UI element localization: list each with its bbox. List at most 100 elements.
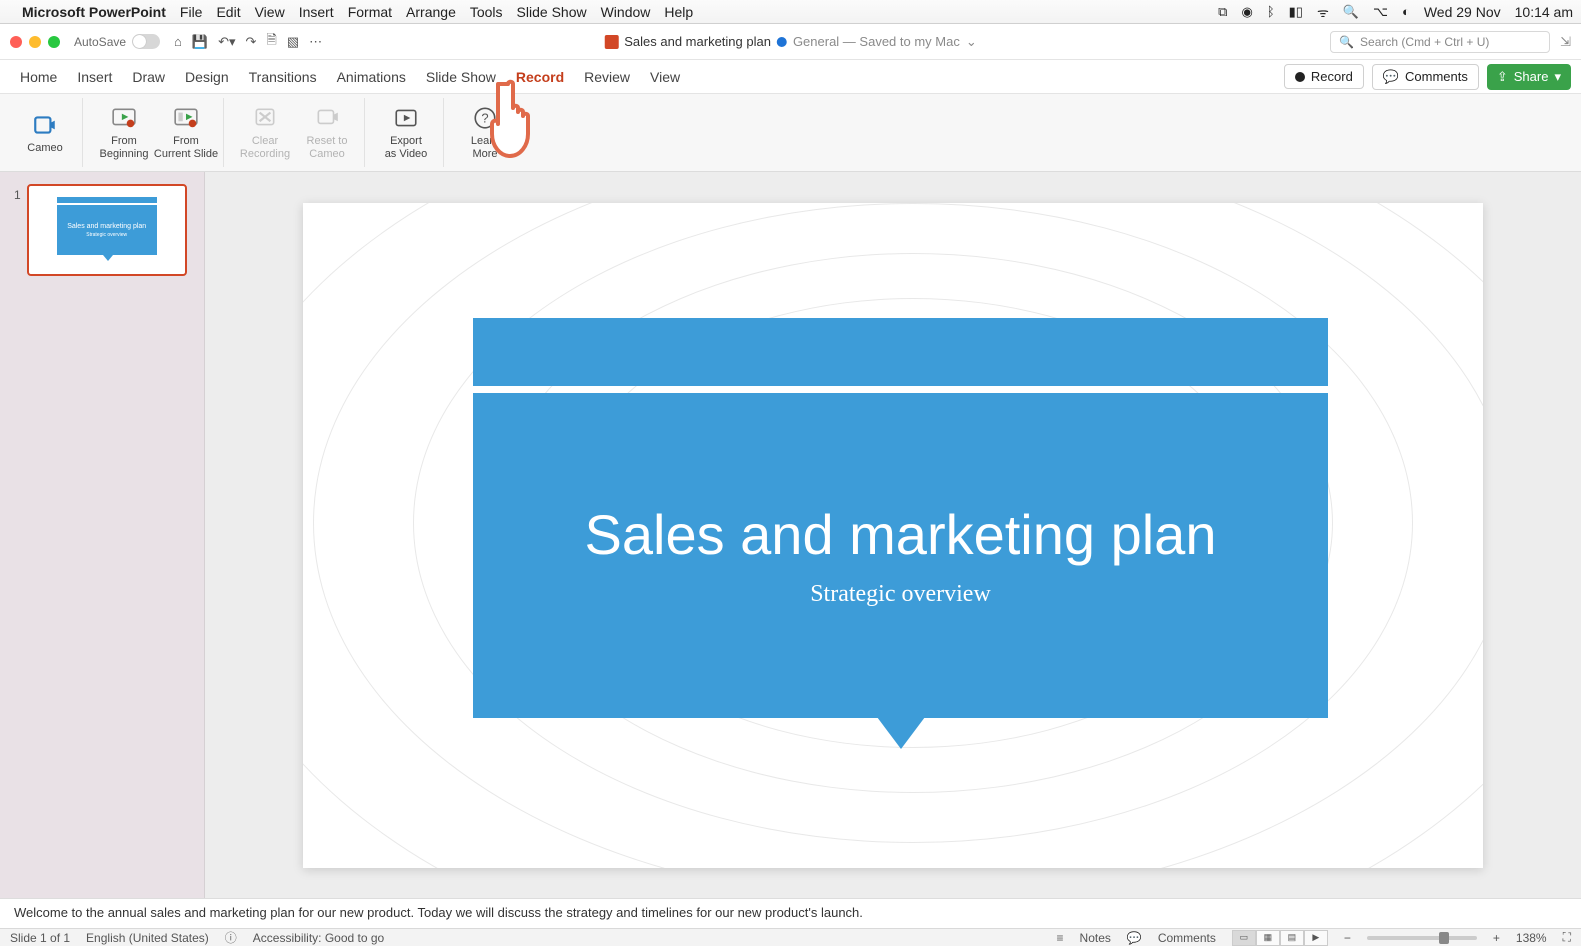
bluetooth-icon[interactable]: ᛒ bbox=[1267, 4, 1275, 19]
title-bar-shape[interactable] bbox=[473, 318, 1328, 386]
spotlight-icon[interactable]: 🔍 bbox=[1343, 4, 1359, 20]
thumbnail-item[interactable]: 1 Sales and marketing plan Strategic ove… bbox=[14, 184, 190, 276]
menu-view[interactable]: View bbox=[255, 4, 285, 20]
notes-text[interactable]: Welcome to the annual sales and marketin… bbox=[14, 905, 863, 920]
from-current-button[interactable]: From Current Slide bbox=[155, 102, 217, 163]
chevron-down-icon[interactable]: ⌄ bbox=[966, 34, 977, 50]
zoom-out-icon[interactable]: − bbox=[1344, 931, 1351, 945]
slide-title[interactable]: Sales and marketing plan bbox=[585, 502, 1217, 567]
teams-icon[interactable]: ⧉ bbox=[1218, 4, 1227, 20]
cameo-button[interactable]: Cameo bbox=[14, 102, 76, 163]
sorter-view-icon[interactable]: ▦ bbox=[1256, 930, 1280, 946]
home-icon[interactable]: ⌂ bbox=[174, 34, 182, 49]
status-language[interactable]: English (United States) bbox=[86, 931, 209, 945]
slideshow-view-icon[interactable]: ▶ bbox=[1304, 930, 1328, 946]
zoom-in-icon[interactable]: + bbox=[1493, 931, 1500, 945]
thumbnail-subtitle: Strategic overview bbox=[86, 232, 127, 238]
tab-animations[interactable]: Animations bbox=[327, 63, 416, 91]
menu-arrange[interactable]: Arrange bbox=[406, 4, 456, 20]
tab-draw[interactable]: Draw bbox=[122, 63, 175, 91]
view-buttons: ▭ ▦ ▤ ▶ bbox=[1232, 930, 1328, 946]
export-video-button[interactable]: Export as Video bbox=[375, 102, 437, 163]
comments-status-icon: 💬 bbox=[1127, 931, 1142, 945]
menu-tools[interactable]: Tools bbox=[470, 4, 503, 20]
share-button[interactable]: ⇪ Share ▾ bbox=[1487, 64, 1571, 90]
tab-slideshow[interactable]: Slide Show bbox=[416, 63, 506, 91]
from-beginning-button[interactable]: From Beginning bbox=[93, 102, 155, 163]
learn-more-icon: ? bbox=[471, 104, 499, 132]
clear-recording-icon bbox=[251, 104, 279, 132]
status-comments-button[interactable]: Comments bbox=[1158, 931, 1216, 945]
normal-view-icon[interactable]: ▭ bbox=[1232, 930, 1256, 946]
reset-cameo-icon bbox=[313, 104, 341, 132]
zoom-level[interactable]: 138% bbox=[1516, 931, 1547, 945]
reset-cameo-button: Reset to Cameo bbox=[296, 102, 358, 163]
export-video-icon bbox=[392, 104, 420, 132]
more-qat-icon[interactable]: ⋯ bbox=[309, 34, 322, 50]
status-accessibility[interactable]: Accessibility: Good to go bbox=[253, 931, 384, 945]
menubar-date[interactable]: Wed 29 Nov bbox=[1424, 4, 1501, 20]
tab-home[interactable]: Home bbox=[10, 63, 67, 91]
thumbnail-preview[interactable]: Sales and marketing plan Strategic overv… bbox=[27, 184, 187, 276]
learn-more-button[interactable]: ? Learn More bbox=[454, 102, 516, 163]
print-icon[interactable]: 🗎 bbox=[266, 31, 276, 53]
battery-icon[interactable]: ▮▯ bbox=[1289, 4, 1303, 20]
document-title[interactable]: Sales and marketing plan General — Saved… bbox=[604, 34, 977, 50]
close-window-icon[interactable] bbox=[10, 36, 22, 48]
fit-window-icon[interactable]: ⛶ bbox=[1563, 930, 1571, 945]
control-center-icon[interactable]: ⌥ bbox=[1373, 4, 1388, 20]
chevron-down-icon: ▾ bbox=[1554, 69, 1561, 85]
slide[interactable]: Sales and marketing plan Strategic overv… bbox=[303, 203, 1483, 868]
tab-record[interactable]: Record bbox=[506, 63, 574, 91]
record-button[interactable]: Record bbox=[1284, 64, 1364, 89]
status-slide[interactable]: Slide 1 of 1 bbox=[10, 931, 70, 945]
siri-icon[interactable]: ◐ bbox=[1402, 4, 1410, 19]
comments-button[interactable]: 💬 Comments bbox=[1372, 64, 1479, 90]
tab-review[interactable]: Review bbox=[574, 63, 640, 91]
clear-recording-button: Clear Recording bbox=[234, 102, 296, 163]
autosave-toggle[interactable]: AutoSave bbox=[74, 34, 160, 49]
menu-insert[interactable]: Insert bbox=[299, 4, 334, 20]
workspace: 1 Sales and marketing plan Strategic ove… bbox=[0, 172, 1581, 898]
menubar-time[interactable]: 10:14 am bbox=[1515, 4, 1573, 20]
tab-insert[interactable]: Insert bbox=[67, 63, 122, 91]
menu-window[interactable]: Window bbox=[601, 4, 651, 20]
tab-view[interactable]: View bbox=[640, 63, 690, 91]
redo-icon[interactable]: ↷ bbox=[246, 34, 257, 50]
status-notes-button[interactable]: Notes bbox=[1080, 931, 1111, 945]
menu-help[interactable]: Help bbox=[664, 4, 693, 20]
comment-icon: 💬 bbox=[1383, 69, 1399, 85]
wifi-icon[interactable]: ᯤ bbox=[1317, 3, 1329, 21]
sensitivity-icon bbox=[777, 37, 787, 47]
window-controls bbox=[10, 36, 60, 48]
slide-canvas-area[interactable]: Sales and marketing plan Strategic overv… bbox=[205, 172, 1581, 898]
slide-thumbnails-pane[interactable]: 1 Sales and marketing plan Strategic ove… bbox=[0, 172, 205, 898]
autosave-switch[interactable] bbox=[132, 34, 160, 49]
save-icon[interactable]: 💾 bbox=[192, 34, 208, 50]
ribbon: Cameo From Beginning From Current Slide … bbox=[0, 94, 1581, 172]
menu-file[interactable]: File bbox=[180, 4, 203, 20]
undo-icon[interactable]: ↶▾ bbox=[218, 34, 235, 50]
collapse-ribbon-icon[interactable]: ⇲ bbox=[1560, 34, 1571, 50]
title-callout-shape[interactable]: Sales and marketing plan Strategic overv… bbox=[473, 393, 1328, 718]
minimize-window-icon[interactable] bbox=[29, 36, 41, 48]
app-name[interactable]: Microsoft PowerPoint bbox=[22, 4, 166, 20]
slide-subtitle[interactable]: Strategic overview bbox=[810, 581, 991, 608]
tab-design[interactable]: Design bbox=[175, 63, 239, 91]
tab-transitions[interactable]: Transitions bbox=[239, 63, 327, 91]
from-beginning-label: From Beginning bbox=[100, 135, 149, 160]
screenrec-icon[interactable]: ◉ bbox=[1241, 4, 1252, 20]
mac-menubar: Microsoft PowerPoint File Edit View Inse… bbox=[0, 0, 1581, 24]
menu-format[interactable]: Format bbox=[348, 4, 392, 20]
ribbon-tabs: Home Insert Draw Design Transitions Anim… bbox=[0, 60, 1581, 94]
notes-icon: ≡ bbox=[1057, 931, 1064, 945]
reading-view-icon[interactable]: ▤ bbox=[1280, 930, 1304, 946]
menu-slideshow[interactable]: Slide Show bbox=[517, 4, 587, 20]
menu-edit[interactable]: Edit bbox=[216, 4, 240, 20]
record-label: Record bbox=[1311, 69, 1353, 84]
notes-pane[interactable]: Welcome to the annual sales and marketin… bbox=[0, 898, 1581, 928]
fullscreen-window-icon[interactable] bbox=[48, 36, 60, 48]
zoom-slider[interactable] bbox=[1367, 936, 1477, 940]
search-input[interactable]: 🔍 Search (Cmd + Ctrl + U) bbox=[1330, 31, 1550, 53]
present-icon[interactable]: ▧ bbox=[287, 34, 299, 50]
